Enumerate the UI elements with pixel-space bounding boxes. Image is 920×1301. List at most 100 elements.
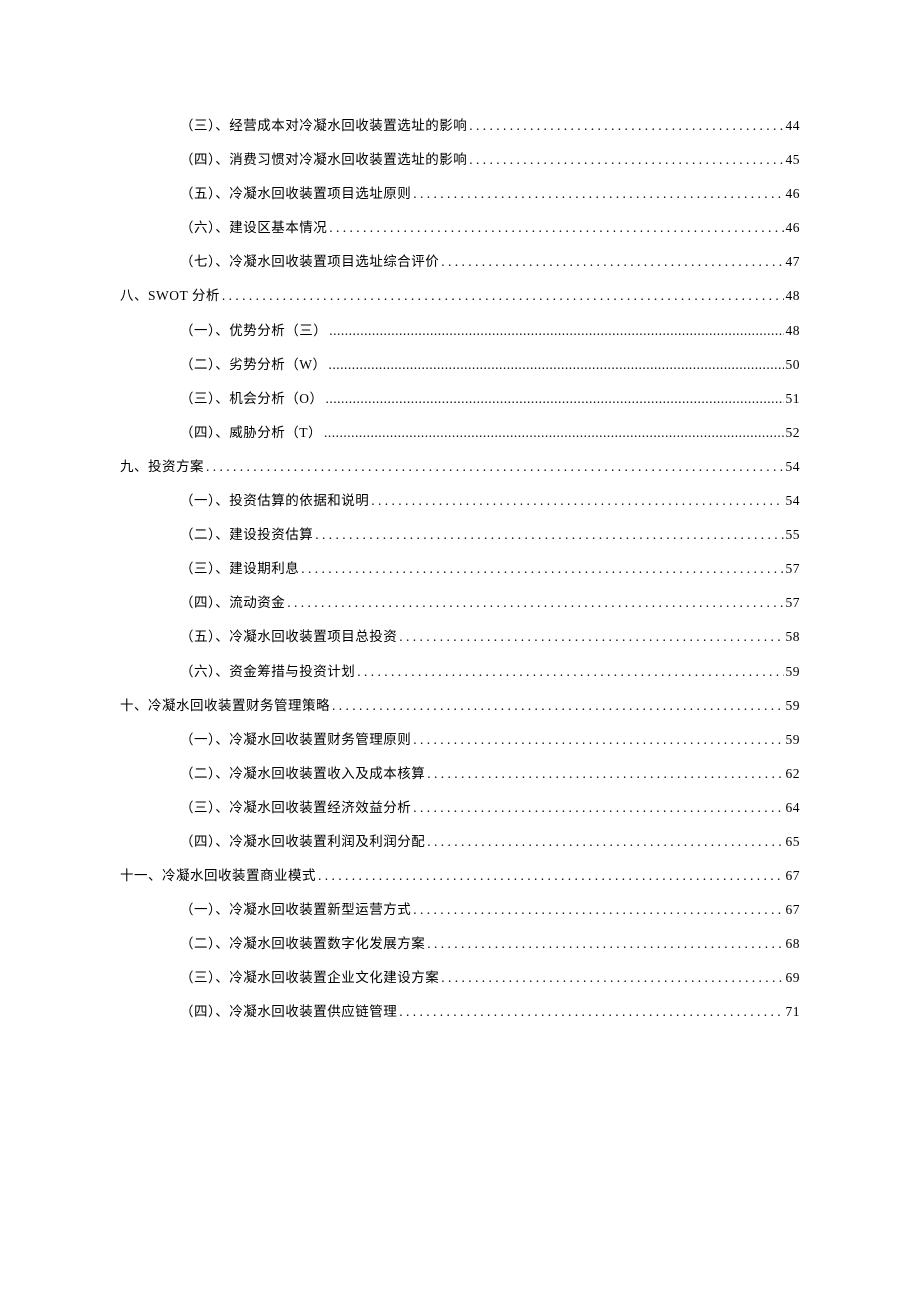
toc-leader-dots (469, 115, 783, 137)
toc-leader-dots (326, 388, 784, 410)
toc-entry-label: 八、SWOT 分析 (120, 285, 220, 307)
toc-entry: （四）、冷凝水回收装置利润及利润分配 65 (180, 831, 800, 853)
toc-entry: （七）、冷凝水回收装置项目选址综合评价 47 (180, 251, 800, 273)
toc-entry-label: （二）、冷凝水回收装置数字化发展方案 (180, 933, 425, 955)
toc-entry-page: 54 (786, 490, 801, 512)
toc-entry-page: 65 (786, 831, 801, 853)
toc-entry: （六）、建设区基本情况 46 (180, 217, 800, 239)
toc-entry-page: 69 (786, 967, 801, 989)
toc-entry-label: （五）、冷凝水回收装置项目总投资 (180, 626, 397, 648)
toc-entry-page: 44 (786, 115, 801, 137)
toc-leader-dots (399, 1001, 783, 1023)
toc-entry: （三）、经营成本对冷凝水回收装置选址的影响 44 (180, 115, 800, 137)
toc-entry: （四）、流动资金 57 (180, 592, 800, 614)
toc-entry-page: 46 (786, 183, 801, 205)
toc-entry: （四）、威胁分析（T）52 (180, 422, 800, 444)
toc-entry: 十、冷凝水回收装置财务管理策略 59 (120, 695, 800, 717)
toc-leader-dots (413, 797, 783, 819)
toc-entry: （二）、冷凝水回收装置数字化发展方案 68 (180, 933, 800, 955)
toc-leader-dots (371, 490, 783, 512)
toc-entry: （二）、冷凝水回收装置收入及成本核算 62 (180, 763, 800, 785)
toc-entry-label: （四）、流动资金 (180, 592, 285, 614)
toc-entry: （一）、投资估算的依据和说明 54 (180, 490, 800, 512)
toc-entry: （三）、冷凝水回收装置企业文化建设方案69 (180, 967, 800, 989)
toc-entry-label: （三）、机会分析（O） (180, 388, 324, 410)
toc-entry: （一）、冷凝水回收装置财务管理原则 59 (180, 729, 800, 751)
toc-entry-label: （二）、建设投资估算 (180, 524, 313, 546)
toc-leader-dots (287, 592, 783, 614)
toc-entry-page: 67 (786, 899, 801, 921)
toc-entry-page: 45 (786, 149, 801, 171)
toc-leader-dots (441, 967, 783, 989)
toc-entry-page: 59 (786, 695, 801, 717)
toc-entry-page: 46 (786, 217, 801, 239)
toc-entry-page: 59 (786, 729, 801, 751)
toc-entry-label: （一）、冷凝水回收装置财务管理原则 (180, 729, 411, 751)
toc-leader-dots (315, 524, 783, 546)
toc-entry-page: 52 (786, 422, 801, 444)
toc-entry: （五）、冷凝水回收装置项目总投资 58 (180, 626, 800, 648)
toc-entry-label: （六）、资金筹措与投资计划 (180, 661, 355, 683)
toc-entry-page: 64 (786, 797, 801, 819)
toc-leader-dots (427, 763, 783, 785)
toc-entry-label: 十一、冷凝水回收装置商业模式 (120, 865, 316, 887)
toc-entry-label: （二）、冷凝水回收装置收入及成本核算 (180, 763, 425, 785)
toc-leader-dots (427, 831, 783, 853)
toc-entry-page: 68 (786, 933, 801, 955)
toc-entry: （五）、冷凝水回收装置项目选址原则 46 (180, 183, 800, 205)
toc-entry: （一）、优势分析（三） 48 (180, 320, 800, 342)
toc-entry-page: 67 (786, 865, 801, 887)
toc-entry-page: 62 (786, 763, 801, 785)
toc-entry-label: （六）、建设区基本情况 (180, 217, 327, 239)
toc-entry-page: 48 (786, 285, 801, 307)
toc-leader-dots (332, 695, 784, 717)
toc-entry: （四）、消费习惯对冷凝水回收装置选址的影响 45 (180, 149, 800, 171)
toc-entry-label: 十、冷凝水回收装置财务管理策略 (120, 695, 330, 717)
toc-entry: （四）、冷凝水回收装置供应链管理 71 (180, 1001, 800, 1023)
toc-entry-page: 47 (786, 251, 801, 273)
toc-entry: （三）、机会分析（O）51 (180, 388, 800, 410)
toc-leader-dots (324, 422, 784, 444)
toc-entry: （六）、资金筹措与投资计划59 (180, 661, 800, 683)
toc-leader-dots (329, 320, 783, 342)
toc-leader-dots (329, 354, 784, 376)
toc-entry-page: 54 (786, 456, 801, 478)
toc-leader-dots (222, 285, 784, 307)
toc-leader-dots (441, 251, 783, 273)
toc-entry: 九、投资方案 54 (120, 456, 800, 478)
toc-entry-label: （三）、建设期利息 (180, 558, 299, 580)
toc-entry-label: （四）、冷凝水回收装置供应链管理 (180, 1001, 397, 1023)
toc-entry-page: 48 (786, 320, 801, 342)
toc-leader-dots (399, 626, 783, 648)
toc-leader-dots (329, 217, 783, 239)
toc-entry-label: （三）、经营成本对冷凝水回收装置选址的影响 (180, 115, 467, 137)
toc-leader-dots (413, 183, 783, 205)
toc-entry-page: 57 (786, 592, 801, 614)
toc-entry: （一）、冷凝水回收装置新型运营方式67 (180, 899, 800, 921)
toc-entry-label: （一）、投资估算的依据和说明 (180, 490, 369, 512)
toc-entry-page: 71 (786, 1001, 801, 1023)
toc-entry: （三）、冷凝水回收装置经济效益分析 64 (180, 797, 800, 819)
toc-entry-label: （三）、冷凝水回收装置经济效益分析 (180, 797, 411, 819)
toc-leader-dots (318, 865, 784, 887)
table-of-contents: （三）、经营成本对冷凝水回收装置选址的影响 44 （四）、消费习惯对冷凝水回收装置选… (120, 115, 800, 1023)
toc-entry: （二）、建设投资估算 55 (180, 524, 800, 546)
toc-entry-page: 58 (786, 626, 801, 648)
toc-leader-dots (301, 558, 783, 580)
toc-entry-label: （二）、劣势分析（W） (180, 354, 327, 376)
toc-leader-dots (357, 661, 783, 683)
toc-entry-label: （四）、冷凝水回收装置利润及利润分配 (180, 831, 425, 853)
toc-entry: （二）、劣势分析（W）50 (180, 354, 800, 376)
toc-leader-dots (413, 729, 783, 751)
toc-leader-dots (427, 933, 783, 955)
toc-leader-dots (413, 899, 783, 921)
toc-entry: 八、SWOT 分析 48 (120, 285, 800, 307)
toc-entry: （三）、建设期利息57 (180, 558, 800, 580)
toc-entry-label: （七）、冷凝水回收装置项目选址综合评价 (180, 251, 439, 273)
toc-entry: 十一、冷凝水回收装置商业模式 67 (120, 865, 800, 887)
toc-entry-label: （四）、消费习惯对冷凝水回收装置选址的影响 (180, 149, 467, 171)
toc-entry-label: （一）、优势分析（三） (180, 320, 327, 342)
toc-entry-page: 55 (786, 524, 801, 546)
toc-entry-label: 九、投资方案 (120, 456, 204, 478)
toc-entry-label: （五）、冷凝水回收装置项目选址原则 (180, 183, 411, 205)
